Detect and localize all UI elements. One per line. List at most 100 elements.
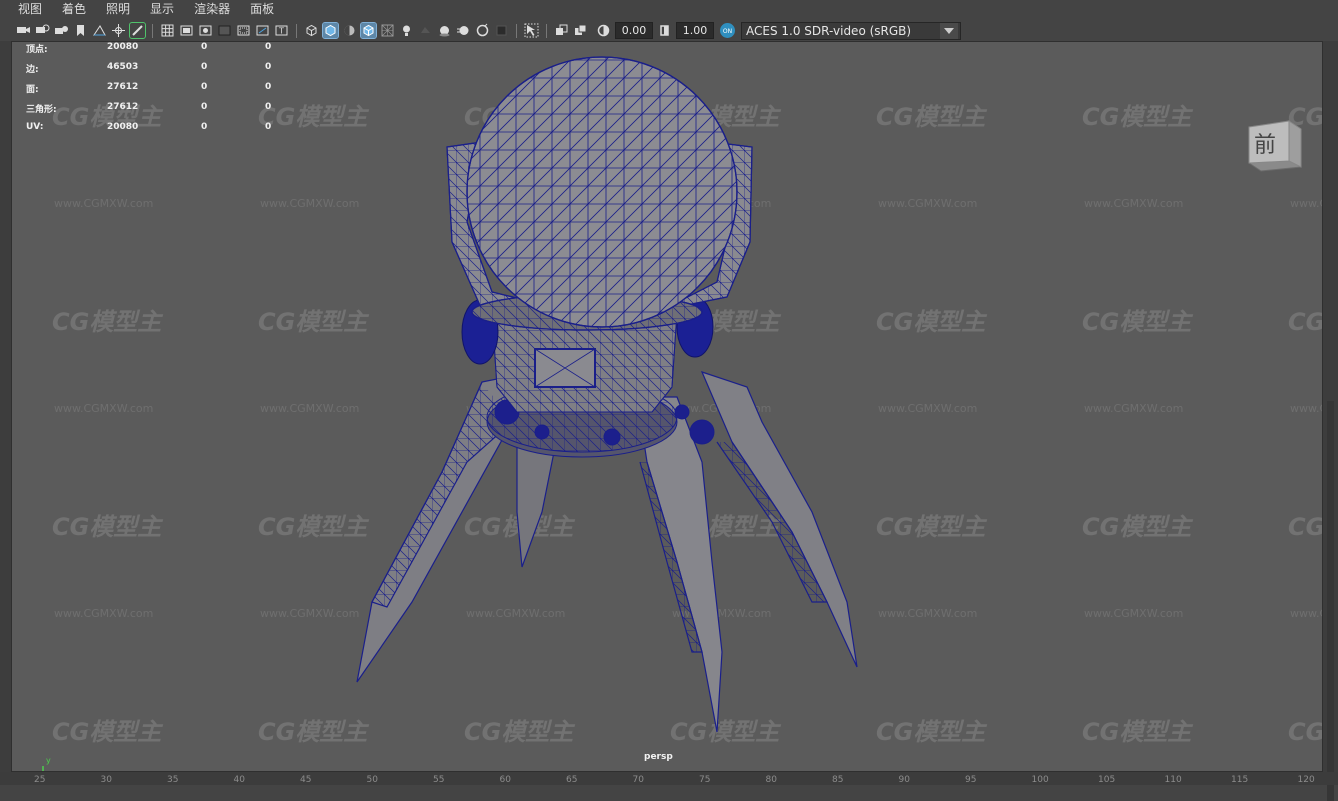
- film-gate-icon[interactable]: [179, 23, 194, 38]
- panel-toolbar: T 0.00 1.00 ON ACES 1.0 SDR-video (sRGB): [0, 19, 1338, 42]
- menu-item-2[interactable]: 照明: [94, 0, 138, 19]
- camera-attributes-icon[interactable]: [35, 23, 50, 38]
- hud-value: 0: [201, 82, 208, 92]
- 2d-pan-zoom-icon[interactable]: [111, 23, 126, 38]
- hud-label: UV:: [26, 122, 44, 132]
- menu-item-5[interactable]: 面板: [238, 0, 282, 19]
- menu-bar: 视图 着色 照明 显示 渲染器 面板: [0, 0, 1338, 19]
- toolbar-separator: [546, 23, 547, 38]
- smooth-shade-icon[interactable]: [322, 22, 339, 39]
- 3d-viewport[interactable]: CG模型主CG模型主CG模型主CG模型主CG模型主CG模型主CG模型主CG模型主…: [11, 41, 1323, 772]
- ruler-tick-label: 30: [100, 775, 112, 785]
- hud-value: 0: [201, 42, 208, 52]
- hud-value: 27612: [107, 82, 139, 92]
- depth-of-field-icon[interactable]: [494, 23, 509, 38]
- camera-label: persp: [644, 752, 673, 762]
- wireframe-on-shaded-icon[interactable]: [360, 22, 377, 39]
- chevron-down-icon[interactable]: [940, 22, 958, 39]
- multisample-aa-icon[interactable]: [475, 23, 490, 38]
- isolate-select-icon[interactable]: [524, 23, 539, 38]
- ruler-tick-label: 85: [832, 775, 844, 785]
- axis-y-label: y: [46, 756, 51, 765]
- screen-space-ao-icon[interactable]: [437, 23, 452, 38]
- hud-value: 0: [201, 122, 208, 132]
- hud-label: 面:: [26, 85, 39, 95]
- gamma-field[interactable]: 1.00: [676, 22, 714, 39]
- gate-mask-icon[interactable]: [217, 23, 232, 38]
- color-space-value: ACES 1.0 SDR-video (sRGB): [746, 23, 912, 38]
- scrollbar[interactable]: [1327, 401, 1334, 801]
- leg-front: [636, 396, 723, 733]
- ruler-tick-label: 75: [699, 775, 711, 785]
- shadows-icon[interactable]: [418, 23, 433, 38]
- hud-label: 边:: [26, 65, 39, 75]
- hud-value: 20080: [107, 42, 139, 52]
- bookmark-icon[interactable]: [73, 23, 88, 38]
- camera-lock-icon[interactable]: [54, 23, 69, 38]
- hud-value: 0: [201, 62, 208, 72]
- menu-item-0[interactable]: 视图: [0, 0, 50, 19]
- exposure-icon[interactable]: [596, 23, 611, 38]
- hud-value: 27612: [107, 102, 139, 112]
- hud-value: 0: [265, 62, 272, 72]
- safe-title-icon[interactable]: T: [274, 23, 289, 38]
- ruler-tick-label: 90: [898, 775, 910, 785]
- grid-icon[interactable]: [160, 23, 175, 38]
- ruler-tick-label: 110: [1164, 775, 1182, 785]
- hud-value: 0: [265, 42, 272, 52]
- ruler-tick-label: 120: [1297, 775, 1315, 785]
- hud-value: 0: [265, 82, 272, 92]
- robot-model[interactable]: [12, 42, 1323, 772]
- color-management-icon[interactable]: ON: [720, 23, 735, 38]
- view-cube[interactable]: 前: [1245, 117, 1305, 177]
- toolbar-separator: [152, 23, 153, 38]
- exposure-field[interactable]: 0.00: [615, 22, 653, 39]
- default-material-icon[interactable]: [342, 23, 357, 38]
- menu-item-4[interactable]: 渲染器: [182, 0, 238, 19]
- svg-text:ON: ON: [723, 28, 732, 35]
- ruler-tick-label: 45: [300, 775, 312, 785]
- ruler-tick-label: 65: [566, 775, 578, 785]
- color-space-select[interactable]: ACES 1.0 SDR-video (sRGB): [741, 21, 961, 40]
- hud-label: 顶点:: [26, 45, 48, 55]
- leg-right: [700, 371, 858, 668]
- motion-blur-icon[interactable]: [456, 23, 471, 38]
- xray-icon[interactable]: [380, 23, 395, 38]
- hud-label: 三角形:: [26, 105, 57, 115]
- ruler-tick-label: 100: [1031, 775, 1049, 785]
- ruler-tick-label: 50: [366, 775, 378, 785]
- ruler-tick-label: 55: [433, 775, 445, 785]
- camera-select-icon[interactable]: [16, 23, 31, 38]
- grease-pencil-icon[interactable]: [129, 22, 146, 39]
- timeline-ruler[interactable]: 25 30 35 40 45 50 55 60 65 70 75 80 85 90 95 100 105 110 1…: [0, 772, 1338, 785]
- glass-sphere: [466, 56, 738, 328]
- image-plane-icon[interactable]: [92, 23, 107, 38]
- ruler-tick-label: 115: [1231, 775, 1249, 785]
- hud-value: 0: [265, 102, 272, 112]
- ruler-tick-label: 95: [965, 775, 977, 785]
- menu-item-1[interactable]: 着色: [50, 0, 94, 19]
- ruler-tick-label: 40: [233, 775, 245, 785]
- ruler-tick-label: 70: [632, 775, 644, 785]
- use-default-light-icon[interactable]: [399, 23, 414, 38]
- xray-joints-icon[interactable]: [554, 23, 569, 38]
- svg-text:T: T: [278, 27, 284, 36]
- hud-value: 0: [265, 122, 272, 132]
- hud-value: 46503: [107, 62, 139, 72]
- field-chart-icon[interactable]: [236, 23, 251, 38]
- ruler-tick-label: 35: [167, 775, 179, 785]
- gamma-icon[interactable]: [657, 23, 672, 38]
- resolution-gate-icon[interactable]: [198, 23, 213, 38]
- ruler-tick-label: 80: [765, 775, 777, 785]
- right-panel-edge: [1323, 41, 1338, 801]
- safe-action-icon[interactable]: [255, 23, 270, 38]
- toolbar-separator: [516, 23, 517, 38]
- view-cube-label: 前: [1254, 133, 1277, 158]
- xray-components-icon[interactable]: [573, 23, 588, 38]
- toolbar-separator: [296, 23, 297, 38]
- hud-value: 0: [201, 102, 208, 112]
- menu-item-3[interactable]: 显示: [138, 0, 182, 19]
- ruler-tick-label: 60: [499, 775, 511, 785]
- ruler-tick-label: 105: [1098, 775, 1116, 785]
- wireframe-icon[interactable]: [304, 23, 319, 38]
